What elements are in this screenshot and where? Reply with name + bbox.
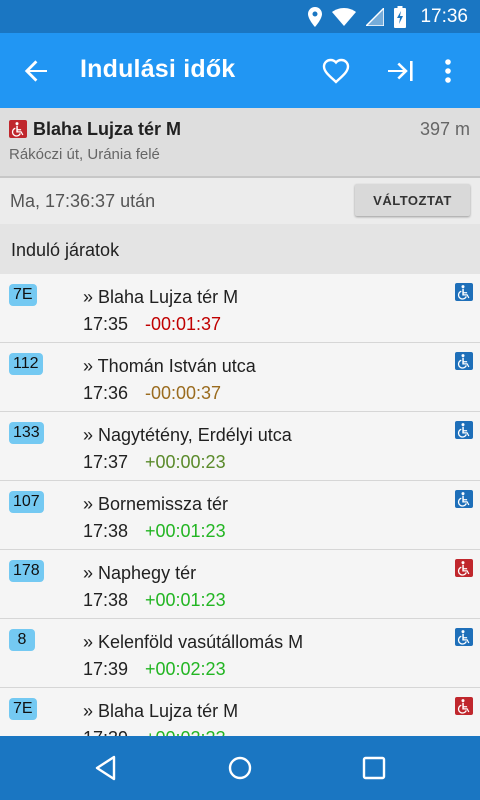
destination-label: » Nagytétény, Erdélyi utca xyxy=(83,425,292,445)
battery-charging-icon xyxy=(394,5,407,28)
departure-time: 17:38 xyxy=(83,590,129,610)
time-delta: +00:01:23 xyxy=(145,521,226,541)
departure-time: 17:39 xyxy=(83,728,128,736)
status-icons: 17:36 xyxy=(308,4,468,29)
destination-label: » Bornemissza tér xyxy=(83,494,229,514)
route-badge: 8 xyxy=(9,629,35,651)
departure-time: 17:35 xyxy=(83,314,129,334)
destination-label: » Thomán István utca xyxy=(83,356,256,376)
time-delta: +00:00:23 xyxy=(145,452,226,472)
departure-row[interactable]: 133 » Nagytétény, Erdélyi utca 17:37 +00:00… xyxy=(0,412,480,481)
wheelchair-icon xyxy=(9,120,27,138)
route-badge: 133 xyxy=(9,422,44,444)
time-delta: +00:02:23 xyxy=(145,659,226,679)
destination-label: » Blaha Lujza tér M xyxy=(83,701,239,721)
departure-time: 17:37 xyxy=(83,452,129,472)
route-badge: 7E xyxy=(9,284,37,306)
departures-list[interactable]: 7E » Blaha Lujza tér M 17:35 -00:01:37 112 » … xyxy=(0,274,480,736)
status-bar: 17:36 xyxy=(0,0,480,33)
navigation-bar xyxy=(0,736,480,800)
back-arrow-icon[interactable] xyxy=(20,55,52,87)
signal-icon xyxy=(366,7,385,26)
wheelchair-icon xyxy=(455,421,473,439)
time-filter-label: Ma, 17:36:37 után xyxy=(10,191,156,211)
favorite-heart-icon[interactable] xyxy=(320,55,352,87)
wheelchair-icon xyxy=(455,352,473,370)
wheelchair-icon xyxy=(455,559,473,577)
departure-row[interactable]: 107 » Bornemissza tér 17:38 +00:01:23 xyxy=(0,481,480,550)
route-badge: 107 xyxy=(9,491,44,513)
stop-header: Blaha Lujza tér M 397 m Rákóczi út, Urán… xyxy=(0,108,480,178)
status-time: 17:36 xyxy=(420,5,468,27)
departure-time: 17:36 xyxy=(83,383,129,403)
departure-time: 17:38 xyxy=(83,521,129,541)
wheelchair-icon xyxy=(455,697,473,715)
page-title: Indulási idők xyxy=(80,55,236,83)
departure-row[interactable]: 178 » Naphegy tér 17:38 +00:01:23 xyxy=(0,550,480,619)
departure-row[interactable]: 7E » Blaha Lujza tér M 17:39 +00:02:23 xyxy=(0,688,480,736)
wheelchair-icon xyxy=(455,283,473,301)
time-delta: -00:01:37 xyxy=(145,314,222,334)
stop-name: Blaha Lujza tér M xyxy=(33,119,182,139)
departure-row[interactable]: 8 » Kelenföld vasútállomás M 17:39 +00:02:2… xyxy=(0,619,480,688)
change-time-button[interactable]: VÁLTOZTAT xyxy=(355,184,470,216)
route-badge: 178 xyxy=(9,560,44,582)
departure-row[interactable]: 112 » Thomán István utca 17:36 -00:00:37 xyxy=(0,343,480,412)
wheelchair-icon xyxy=(455,490,473,508)
departure-row[interactable]: 7E » Blaha Lujza tér M 17:35 -00:01:37 xyxy=(0,274,480,343)
wheelchair-icon xyxy=(455,628,473,646)
more-vert-icon[interactable] xyxy=(436,55,460,87)
section-header: Induló járatok xyxy=(0,224,480,274)
departure-time: 17:39 xyxy=(83,659,129,679)
nav-home-icon[interactable] xyxy=(226,754,254,782)
app-bar: Indulási idők xyxy=(0,33,480,108)
route-badge: 112 xyxy=(9,353,43,375)
destination-label: » Kelenföld vasútállomás M xyxy=(83,632,304,652)
exit-to-icon[interactable] xyxy=(384,55,416,87)
time-filter: Ma, 17:36:37 után VÁLTOZTAT xyxy=(0,178,480,224)
time-delta: +00:02:23 xyxy=(145,728,226,736)
nav-recents-icon[interactable] xyxy=(360,754,388,782)
time-delta: +00:01:23 xyxy=(145,590,226,610)
destination-label: » Blaha Lujza tér M xyxy=(83,287,239,307)
wifi-icon xyxy=(332,7,357,26)
section-title: Induló járatok xyxy=(11,240,120,260)
location-icon xyxy=(308,6,323,27)
stop-direction: Rákóczi út, Uránia felé xyxy=(9,146,160,163)
destination-label: » Naphegy tér xyxy=(83,563,197,583)
stop-distance: 397 m xyxy=(419,119,470,139)
nav-back-icon[interactable] xyxy=(92,754,120,782)
route-badge: 7E xyxy=(9,698,37,720)
time-delta: -00:00:37 xyxy=(145,383,222,403)
